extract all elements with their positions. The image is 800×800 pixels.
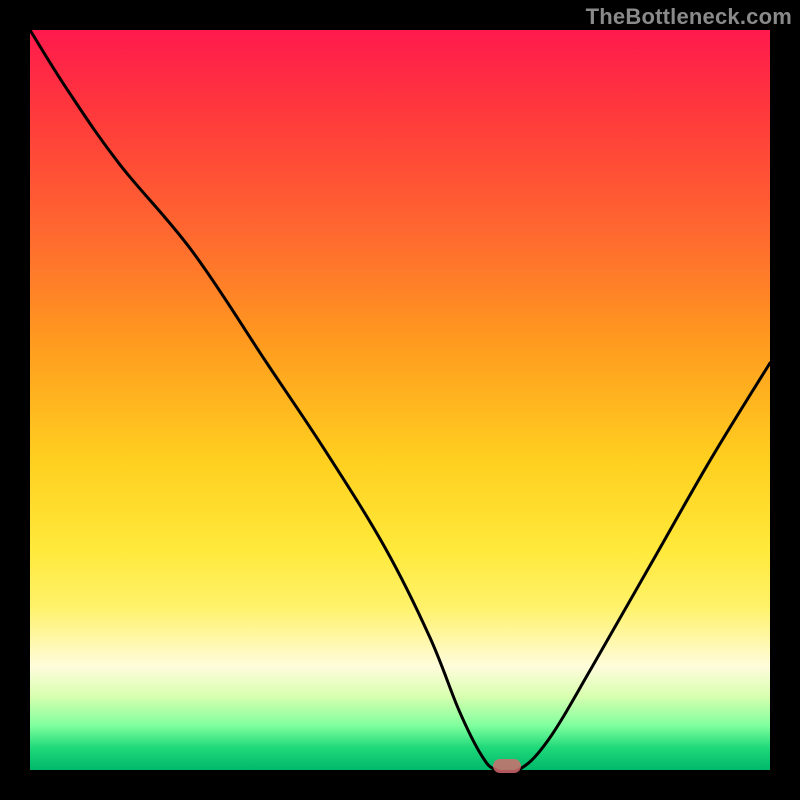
- optimal-marker: [493, 759, 521, 773]
- plot-area: [30, 30, 770, 770]
- watermark-text: TheBottleneck.com: [586, 4, 792, 30]
- bottleneck-curve: [30, 30, 770, 770]
- chart-frame: TheBottleneck.com: [0, 0, 800, 800]
